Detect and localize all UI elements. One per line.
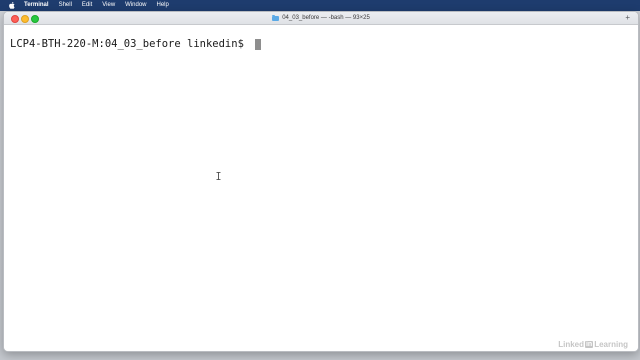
menu-terminal[interactable]: Terminal <box>24 0 49 11</box>
linkedin-learning-watermark: Linked in Learning <box>558 340 628 349</box>
menu-view[interactable]: View <box>102 0 115 11</box>
shell-prompt: LCP4-BTH-220-M:04_03_before linkedin$ <box>10 38 251 50</box>
menu-bar: Terminal Shell Edit View Window Help <box>0 0 640 11</box>
watermark-in-badge: in <box>584 341 594 348</box>
watermark-text-after: Learning <box>594 340 628 349</box>
desktop: Terminal Shell Edit View Window Help 04_… <box>0 0 640 360</box>
ibeam-cursor-icon <box>216 172 221 180</box>
watermark-text-before: Linked <box>558 340 584 349</box>
window-title-group: 04_03_before — -bash — 93×25 <box>4 12 638 24</box>
menu-shell[interactable]: Shell <box>59 0 72 11</box>
menu-window[interactable]: Window <box>125 0 146 11</box>
scrollbar[interactable] <box>631 25 638 351</box>
terminal-window: 04_03_before — -bash — 93×25 + LCP4-BTH-… <box>3 11 639 352</box>
text-cursor <box>255 38 262 50</box>
apple-logo-icon[interactable] <box>9 2 15 9</box>
window-title: 04_03_before — -bash — 93×25 <box>282 15 370 21</box>
prompt-line: LCP4-BTH-220-M:04_03_before linkedin$ <box>10 38 262 50</box>
terminal-content[interactable]: LCP4-BTH-220-M:04_03_before linkedin$ Li… <box>4 25 638 351</box>
new-tab-button[interactable]: + <box>625 13 630 23</box>
title-bar[interactable]: 04_03_before — -bash — 93×25 + <box>4 12 638 25</box>
desktop-bottom-edge <box>0 350 640 360</box>
menu-help[interactable]: Help <box>157 0 169 11</box>
menu-edit[interactable]: Edit <box>82 0 92 11</box>
folder-icon <box>272 14 280 21</box>
